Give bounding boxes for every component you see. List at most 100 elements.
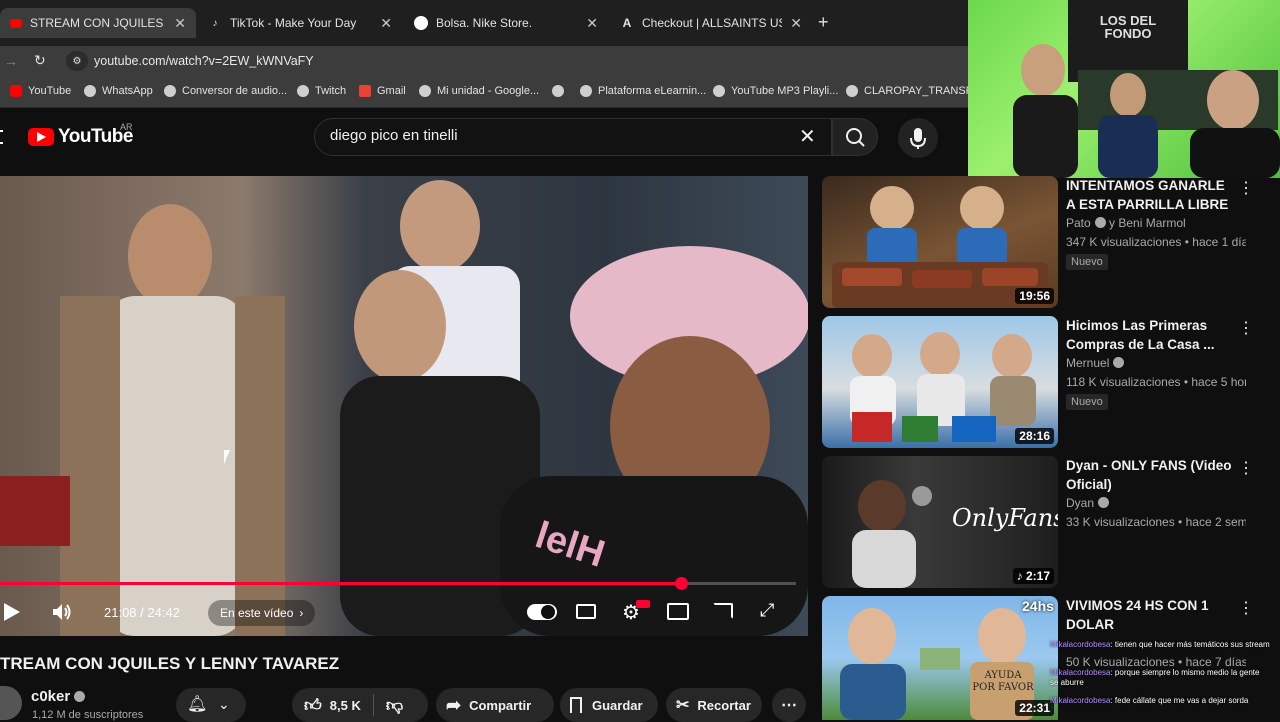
progress-played	[0, 582, 681, 585]
dislike-icon[interactable]: 👎︎	[386, 695, 403, 716]
more-vertical-icon[interactable]: ⋮	[1238, 318, 1254, 338]
related-title[interactable]: VIVIMOS 24 HS CON 1 DOLAR	[1066, 596, 1236, 634]
related-thumbnail[interactable]: 24hs AYUDA POR FAVOR 22:31	[822, 596, 1058, 720]
subscribed-button[interactable]: 🔔︎ ⌄	[176, 688, 246, 722]
verified-icon	[1098, 497, 1110, 508]
related-thumbnail[interactable]: 28:16	[822, 316, 1058, 448]
related-channel[interactable]: Pato y Beni Marmol	[1066, 216, 1186, 230]
tab-youtube[interactable]: STREAM CON JQUILES Y LENNY ✕	[0, 8, 196, 38]
share-button[interactable]: ➦ Compartir	[436, 688, 554, 722]
youtube-icon	[10, 85, 22, 97]
volume-icon[interactable]	[50, 601, 74, 628]
bookmark-gmail[interactable]: Gmail	[359, 85, 406, 97]
bookmark-whatsapp[interactable]: WhatsApp	[84, 85, 153, 97]
related-title[interactable]: Hicimos Las Primeras Compras de La Casa …	[1066, 316, 1236, 354]
bookmark-twitch[interactable]: Twitch	[297, 85, 346, 97]
video-duration: ♪ 2:17	[1012, 568, 1054, 584]
close-icon[interactable]: ✕	[380, 15, 392, 32]
close-icon[interactable]: ✕	[586, 15, 598, 32]
tab-label: TikTok - Make Your Day	[230, 16, 357, 30]
globe-icon	[846, 85, 858, 97]
mouse-cursor-icon	[224, 450, 236, 464]
bookmark-drive[interactable]: Mi unidad - Google...	[419, 85, 539, 97]
search-button[interactable]	[832, 118, 878, 156]
tab-label: Checkout | ALLSAINTS US	[642, 16, 783, 30]
fullscreen-icon[interactable]: ⤢	[760, 600, 774, 621]
new-tab-icon[interactable]: +	[818, 12, 829, 33]
site-settings-icon[interactable]: ⚙	[66, 51, 88, 71]
channel-avatar[interactable]	[0, 686, 22, 720]
thumbnail-text: OnlyFans	[952, 504, 1058, 532]
tab-allsaints[interactable]: A Checkout | ALLSAINTS US ✕	[610, 8, 812, 38]
more-vertical-icon[interactable]: ⋮	[1238, 178, 1254, 198]
scissors-icon: ✂	[676, 697, 690, 714]
clip-label: Recortar	[697, 697, 751, 713]
related-thumbnail[interactable]: OnlyFans ♪ 2:17	[822, 456, 1058, 588]
close-icon[interactable]: ✕	[790, 15, 802, 32]
forward-icon[interactable]: →	[4, 53, 18, 69]
cast-icon[interactable]	[713, 603, 733, 619]
verified-icon	[1094, 217, 1106, 228]
bookmark-conversor[interactable]: Conversor de audio...	[164, 85, 287, 97]
clear-search-icon[interactable]: ✕	[799, 124, 816, 149]
related-meta: 118 K visualizaciones • hace 5 hor...	[1066, 375, 1246, 389]
bell-icon: 🔔︎	[187, 696, 208, 713]
globe-icon	[419, 85, 431, 97]
chevron-down-icon: ⌄	[218, 696, 230, 712]
related-channel[interactable]: Mernuel	[1066, 356, 1125, 370]
webcam-overlay: LOS DEL FONDO	[968, 0, 1280, 178]
related-title[interactable]: INTENTAMOS GANARLE A ESTA PARRILLA LIBRE	[1066, 176, 1236, 214]
tab-nike[interactable]: Bolsa. Nike Store. ✕	[404, 8, 608, 38]
related-meta: 33 K visualizaciones • hace 2 sem...	[1066, 515, 1246, 529]
menu-icon[interactable]	[0, 130, 3, 144]
video-player[interactable]: lelH	[0, 176, 808, 636]
subtitles-icon[interactable]	[576, 604, 596, 619]
like-count[interactable]: 8,5 K	[330, 698, 361, 713]
chat-text: : tienen que hacer más temáticos sus str…	[1110, 640, 1270, 649]
new-badge: Nuevo	[1066, 394, 1108, 410]
autoplay-toggle[interactable]	[527, 604, 557, 620]
related-thumbnail[interactable]: 19:56	[822, 176, 1058, 308]
video-duration: 19:56	[1015, 288, 1054, 304]
video-title: TREAM CON JQUILES Y LENNY TAVAREZ	[0, 654, 340, 673]
chat-username: Mikalacordobesa	[1050, 696, 1111, 705]
bookmark-youtube[interactable]: YouTube	[10, 85, 71, 97]
subscriber-count: 1,12 M de suscriptores	[32, 709, 144, 721]
bookmark-claropay[interactable]: CLAROPAY_TRANSF...	[846, 85, 980, 97]
clip-button[interactable]: ✂ Recortar	[666, 688, 762, 722]
search-icon	[846, 128, 865, 147]
tab-tiktok[interactable]: ♪ TikTok - Make Your Day ✕	[198, 8, 402, 38]
globe-icon	[164, 85, 176, 97]
url-input[interactable]: youtube.com/watch?v=2EW_kWNVaFY	[94, 54, 314, 68]
reload-icon[interactable]: ↻	[34, 52, 46, 69]
progress-scrubber[interactable]	[674, 577, 688, 590]
related-title[interactable]: Dyan - ONLY FANS (Video Oficial)	[1066, 456, 1236, 494]
voice-search-button[interactable]	[898, 118, 938, 158]
bookmark-unnamed[interactable]	[552, 85, 570, 97]
more-actions-button[interactable]: ⋯	[772, 688, 806, 722]
play-icon[interactable]	[4, 603, 20, 621]
chat-text: : fede cállate que me vas a dejar sorda	[1110, 696, 1249, 705]
close-icon[interactable]: ✕	[174, 15, 186, 32]
globe-icon	[552, 85, 564, 97]
verified-icon	[74, 691, 86, 702]
globe-icon	[84, 85, 96, 97]
like-icon[interactable]: 👍︎	[304, 695, 322, 716]
more-vertical-icon[interactable]: ⋮	[1238, 598, 1254, 618]
related-channel[interactable]: Dyan	[1066, 496, 1110, 510]
verified-icon	[1113, 357, 1125, 368]
save-button[interactable]: Guardar	[560, 688, 658, 722]
more-vertical-icon[interactable]: ⋮	[1238, 458, 1254, 478]
channel-name[interactable]: c0ker	[31, 688, 86, 705]
sign-text: AYUDA POR FAVOR	[972, 670, 1034, 693]
globe-icon	[580, 85, 592, 97]
search-input[interactable]: diego pico en tinelli	[330, 127, 458, 144]
hd-badge-icon	[636, 600, 650, 608]
bookmark-elearning[interactable]: Plataforma eLearnin...	[580, 85, 706, 97]
chapters-label: En este vídeo	[220, 606, 294, 620]
gmail-icon	[359, 85, 371, 97]
chapters-button[interactable]: En este vídeo ›	[208, 600, 316, 626]
miniplayer-icon[interactable]	[667, 603, 689, 620]
music-note-icon: ♪	[1016, 569, 1026, 583]
bookmark-mp3[interactable]: YouTube MP3 Playli...	[713, 85, 838, 97]
